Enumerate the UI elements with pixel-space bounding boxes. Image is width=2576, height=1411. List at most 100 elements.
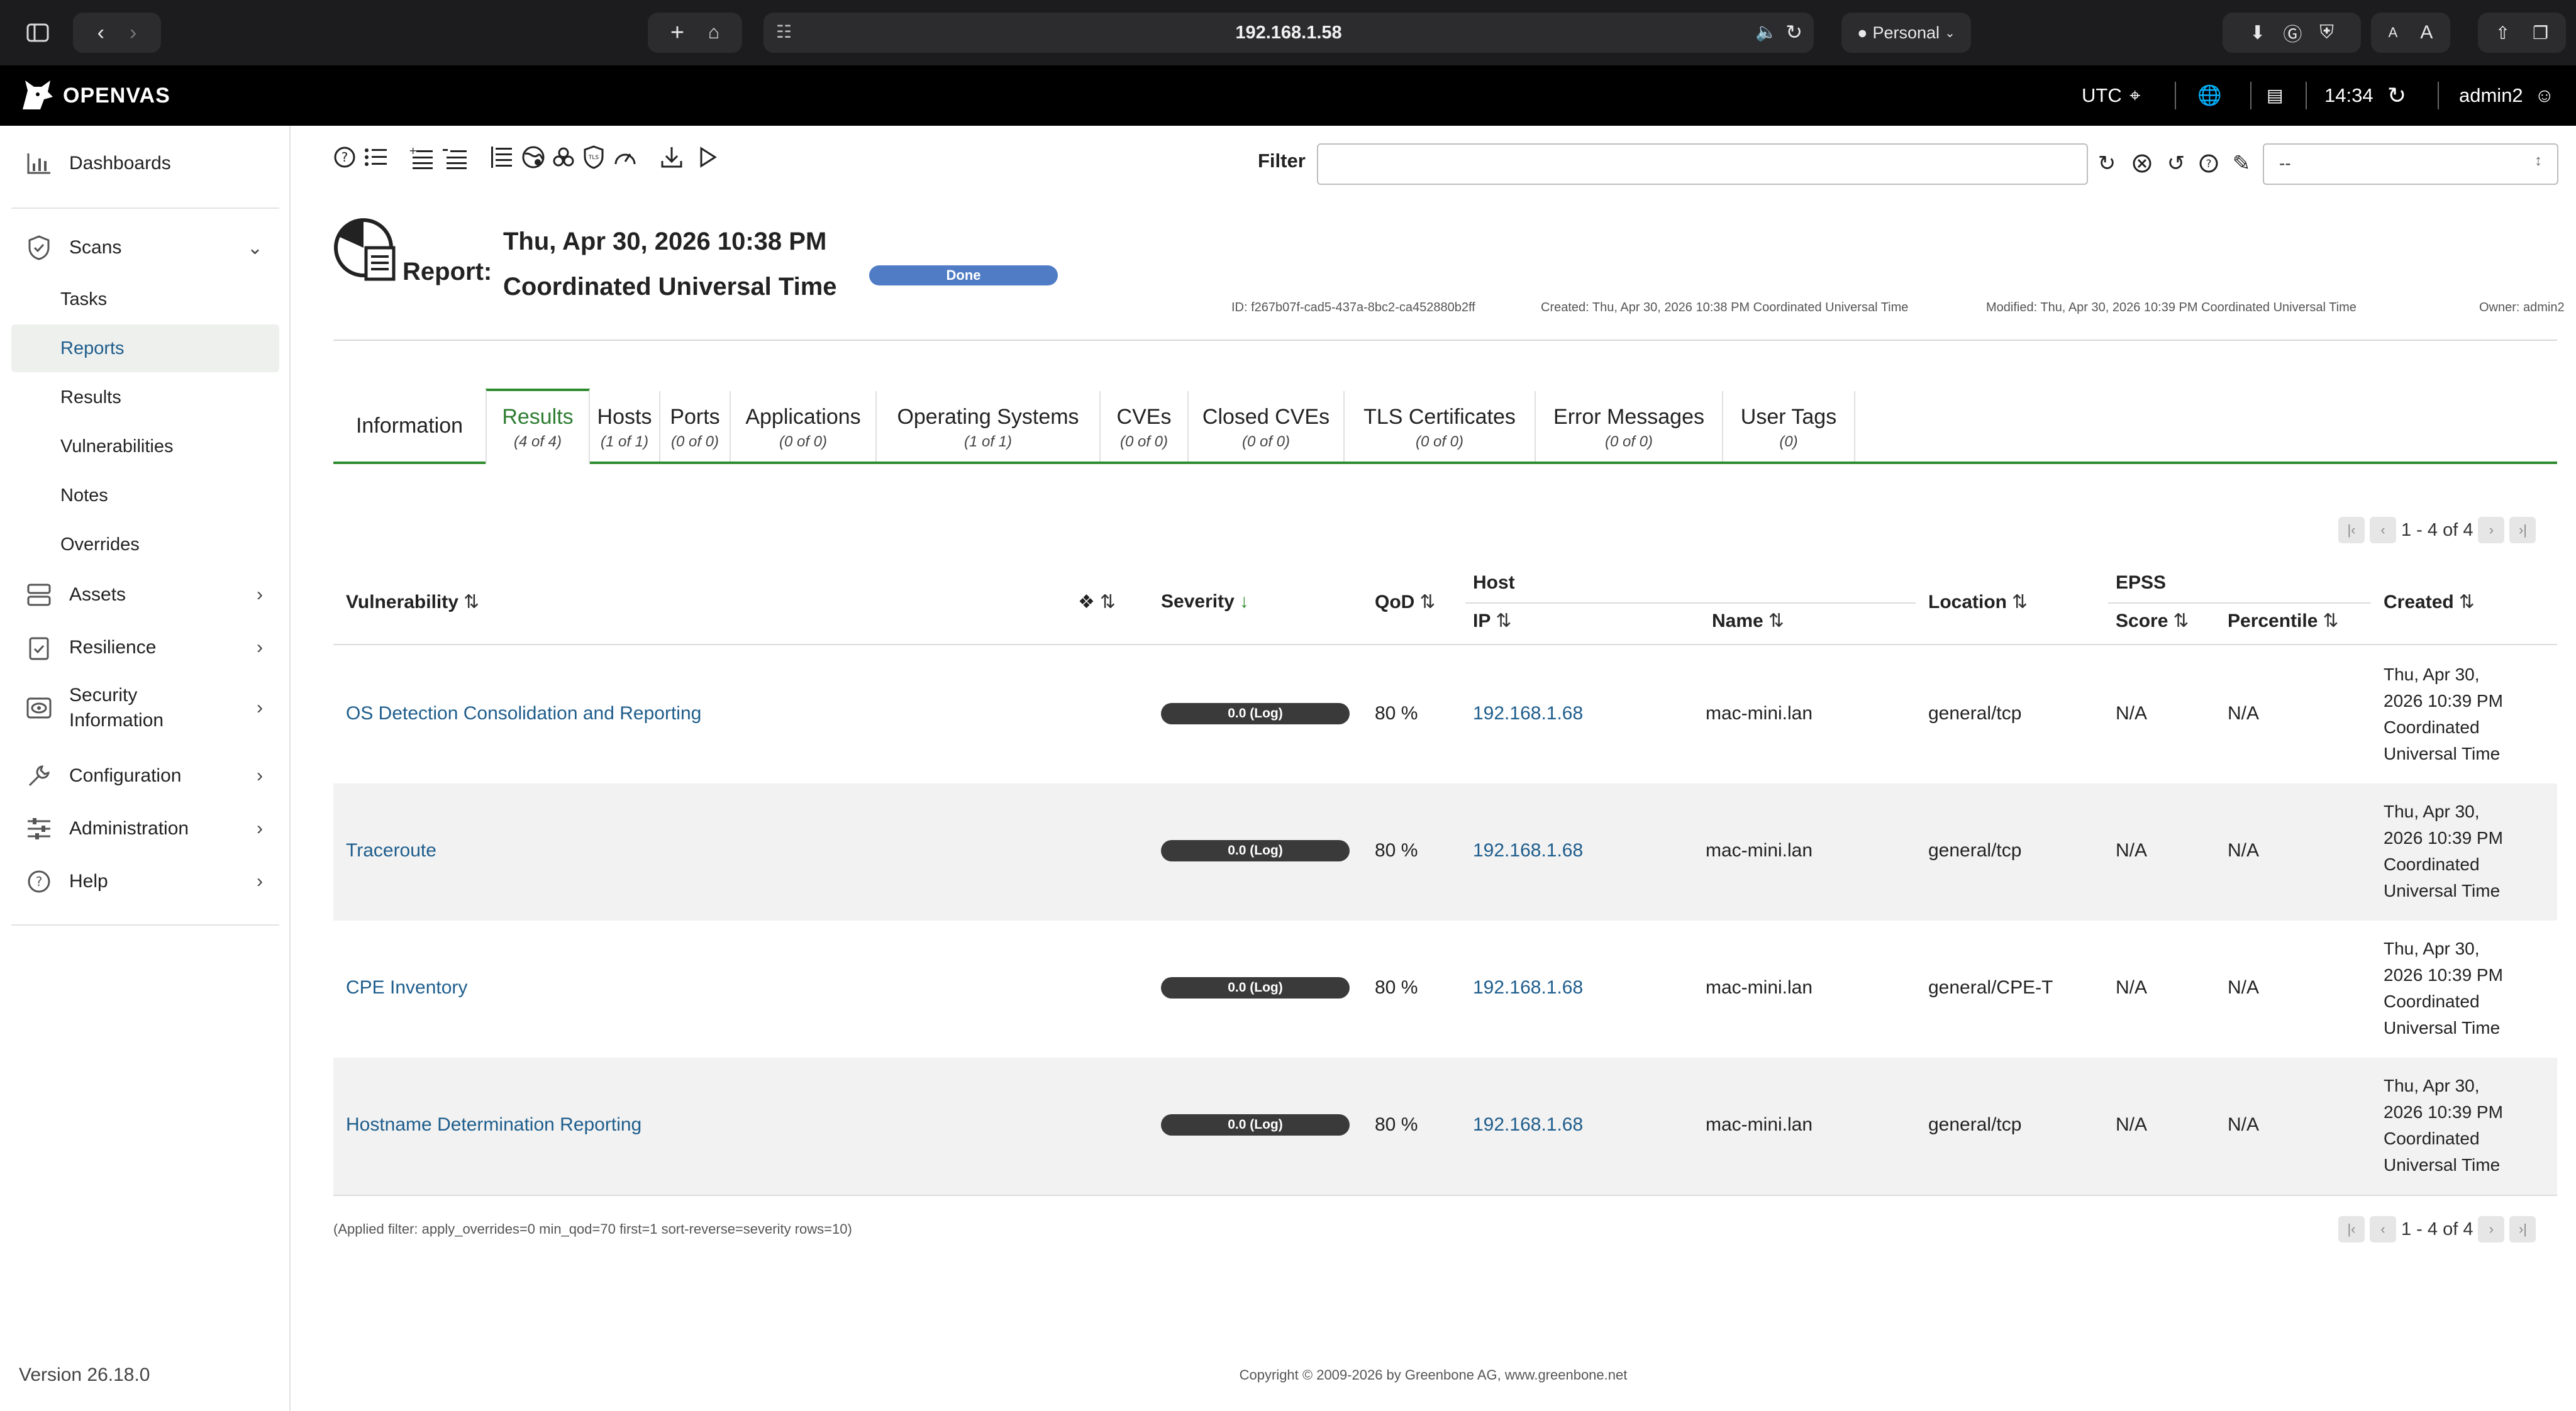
location-value: general/tcp: [1928, 1114, 2022, 1135]
host-ip-link[interactable]: 192.168.1.68: [1473, 977, 1583, 999]
vulnerability-link[interactable]: Traceroute: [346, 840, 436, 861]
vulnerability-link[interactable]: CPE Inventory: [346, 977, 467, 999]
tab-applications[interactable]: Applications (0 of 0): [731, 391, 877, 462]
column-solution-type[interactable]: ❖ ⇅: [1078, 591, 1116, 613]
sidebar-toggle-icon[interactable]: [21, 16, 54, 49]
share-icon[interactable]: ⇧: [2496, 23, 2510, 43]
brand-name: OPENVAS: [63, 83, 170, 108]
sidebar-item-help[interactable]: ? Help ›: [11, 863, 279, 900]
previous-page-icon[interactable]: ‹: [2370, 1216, 2396, 1242]
address-bar[interactable]: ☷ 192.168.1.58 🔈 ↻: [763, 13, 1814, 53]
user-icon[interactable]: ☺: [2534, 65, 2555, 126]
vulnerability-link[interactable]: Hostname Determination Reporting: [346, 1114, 641, 1136]
filter-input[interactable]: [1317, 143, 2088, 185]
globe-icon[interactable]: [519, 143, 547, 171]
reset-filter-icon[interactable]: ↺: [2163, 150, 2189, 177]
column-percentile[interactable]: Percentile ⇅: [2228, 610, 2339, 632]
username[interactable]: admin2: [2459, 65, 2523, 126]
new-tab-icon[interactable]: +: [670, 19, 684, 47]
tab-results[interactable]: Results (4 of 4): [486, 389, 590, 464]
host-ip-link[interactable]: 192.168.1.68: [1473, 840, 1583, 861]
reload-icon[interactable]: ↻: [1785, 20, 1802, 44]
refresh-icon[interactable]: ↻: [2387, 65, 2406, 126]
next-page-icon[interactable]: ›: [2478, 517, 2505, 543]
next-page-icon[interactable]: ›: [2478, 1216, 2505, 1242]
vulnerability-link[interactable]: OS Detection Consolidation and Reporting: [346, 703, 701, 724]
refresh-filter-icon[interactable]: ↻: [2094, 150, 2119, 177]
calendar-icon[interactable]: ▤: [2267, 65, 2283, 126]
table-row: Traceroute 0.0 (Log) 80 % 192.168.1.68 m…: [333, 783, 2557, 921]
tab-operating-systems[interactable]: Operating Systems (1 of 1): [877, 391, 1101, 462]
sidebar-item-resilience[interactable]: Resilience ›: [11, 629, 279, 667]
column-severity[interactable]: Severity ↓: [1161, 591, 1249, 612]
sidebar-item-assets[interactable]: Assets ›: [11, 576, 279, 614]
column-qod[interactable]: QoD ⇅: [1375, 591, 1435, 613]
add-to-assets-icon[interactable]: +: [408, 143, 435, 171]
tls-shield-icon[interactable]: TLS: [580, 143, 608, 171]
tab-user-tags[interactable]: User Tags (0): [1723, 391, 1855, 462]
qod-value: 80 %: [1375, 840, 1418, 861]
first-page-icon[interactable]: |‹: [2338, 1216, 2365, 1242]
column-location[interactable]: Location ⇅: [1928, 591, 2028, 613]
sidebar-item-tasks[interactable]: Tasks: [11, 275, 279, 323]
home-icon[interactable]: ⌂: [708, 22, 719, 43]
tab-count: (4 of 4): [513, 433, 562, 450]
sidebar-item-configuration[interactable]: Configuration ›: [11, 757, 279, 795]
filter-select[interactable]: -- ↕: [2263, 143, 2558, 185]
last-page-icon[interactable]: ›|: [2509, 517, 2536, 543]
grammarly-icon[interactable]: Ⓖ: [2283, 19, 2302, 47]
task-details-icon[interactable]: [488, 143, 516, 171]
download-icon[interactable]: ⬇: [2250, 22, 2265, 44]
host-ip-link[interactable]: 192.168.1.68: [1473, 1114, 1583, 1136]
tab-information[interactable]: Information: [333, 391, 486, 462]
sidebar-item-overrides[interactable]: Overrides: [11, 521, 279, 568]
font-larger-button[interactable]: A: [2420, 22, 2433, 43]
remove-from-assets-icon[interactable]: [441, 143, 469, 171]
trigger-alert-icon[interactable]: [694, 143, 722, 171]
column-created[interactable]: Created ⇅: [2384, 591, 2475, 613]
host-ip-link[interactable]: 192.168.1.68: [1473, 703, 1583, 724]
back-icon[interactable]: ‹: [97, 21, 104, 45]
list-icon[interactable]: [362, 143, 390, 171]
font-smaller-button[interactable]: A: [2389, 25, 2398, 41]
audio-icon[interactable]: 🔈: [1755, 21, 1777, 42]
divider: [333, 340, 2557, 341]
sidebar-item-results[interactable]: Results: [11, 374, 279, 421]
tab-ports[interactable]: Ports (0 of 0): [660, 391, 731, 462]
forward-icon[interactable]: ›: [130, 21, 136, 45]
column-name[interactable]: Name ⇅: [1712, 610, 1784, 632]
tab-error-messages[interactable]: Error Messages (0 of 0): [1536, 391, 1723, 462]
sidebar-item-scans[interactable]: Scans ⌄: [11, 229, 279, 267]
shield-extension-icon[interactable]: ⛨: [2319, 22, 2334, 43]
biohazard-icon[interactable]: [550, 143, 577, 171]
column-ip[interactable]: IP ⇅: [1473, 610, 1512, 632]
edit-filter-icon[interactable]: ✎: [2229, 150, 2254, 177]
previous-page-icon[interactable]: ‹: [2370, 517, 2396, 543]
severity-bar: 0.0 (Log): [1161, 840, 1350, 861]
profile-button[interactable]: ● Personal ⌄: [1841, 13, 1971, 53]
tab-tls-certificates[interactable]: TLS Certificates (0 of 0): [1345, 391, 1536, 462]
sidebar-item-vulnerabilities[interactable]: Vulnerabilities: [11, 423, 279, 470]
last-page-icon[interactable]: ›|: [2509, 1216, 2536, 1242]
tab-hosts[interactable]: Hosts (1 of 1): [590, 391, 660, 462]
tabs-overview-icon[interactable]: ❐: [2533, 23, 2548, 43]
openvas-logo[interactable]: OPENVAS: [19, 79, 170, 112]
language-flag-icon[interactable]: 🌐: [2197, 65, 2222, 126]
column-score[interactable]: Score ⇅: [2116, 610, 2189, 632]
sidebar-item-administration[interactable]: Administration ›: [11, 810, 279, 848]
sidebar-item-notes[interactable]: Notes: [11, 472, 279, 519]
performance-gauge-icon[interactable]: [611, 143, 639, 171]
sidebar-item-security-information[interactable]: Security Information ›: [11, 682, 279, 734]
report-owner: Owner: admin2: [2479, 301, 2565, 314]
clear-filter-icon[interactable]: [2129, 150, 2155, 177]
sidebar-item-reports[interactable]: Reports: [11, 324, 279, 372]
tab-cves[interactable]: CVEs (0 of 0): [1101, 391, 1189, 462]
epss-percentile: N/A: [2228, 840, 2260, 861]
help-icon[interactable]: ?: [331, 143, 358, 171]
filter-help-icon[interactable]: ?: [2196, 150, 2221, 177]
sidebar-item-dashboards[interactable]: Dashboards: [11, 145, 279, 182]
tab-closed-cves[interactable]: Closed CVEs (0 of 0): [1189, 391, 1345, 462]
first-page-icon[interactable]: |‹: [2338, 517, 2365, 543]
download-report-icon[interactable]: [658, 143, 686, 171]
column-vulnerability[interactable]: Vulnerability ⇅: [346, 591, 479, 613]
